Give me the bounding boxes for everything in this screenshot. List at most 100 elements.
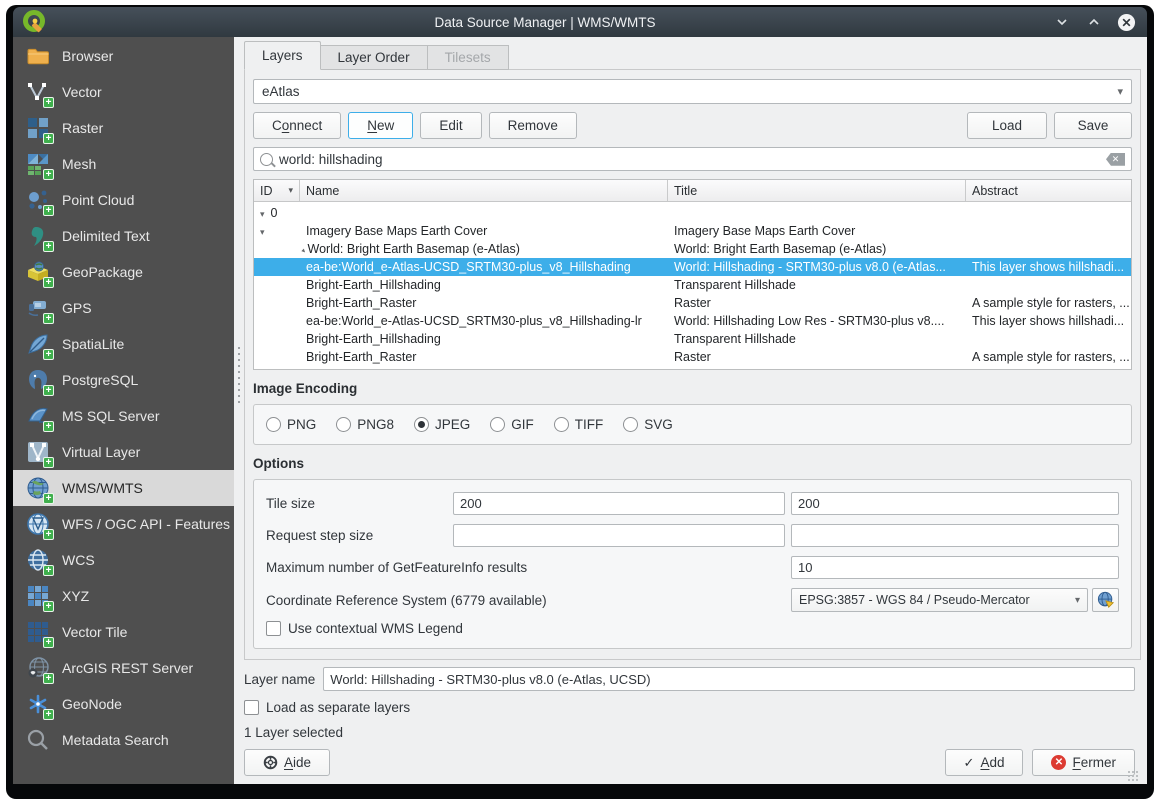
sidebar-item-wcs[interactable]: + WCS <box>13 542 234 578</box>
sidebar-item-point-cloud[interactable]: + Point Cloud <box>13 182 234 218</box>
sidebar-item-geonode[interactable]: + GeoNode <box>13 686 234 722</box>
tab-tilesets: Tilesets <box>427 45 509 70</box>
crs-picker-button[interactable] <box>1092 588 1119 612</box>
close-dialog-button[interactable]: ✕ Fermer <box>1032 749 1135 776</box>
column-header-name[interactable]: Name <box>300 180 668 201</box>
connect-button[interactable]: Connect <box>253 112 342 140</box>
close-icon[interactable] <box>1114 10 1138 34</box>
connection-select-value: eAtlas <box>262 84 300 100</box>
remove-button[interactable]: Remove <box>488 112 577 140</box>
add-button[interactable]: ✓ Add <box>944 749 1024 776</box>
edit-button[interactable]: Edit <box>420 112 482 140</box>
xyz-tiles-icon: + <box>26 584 54 612</box>
request-step-width-input[interactable] <box>453 524 785 547</box>
sidebar-item-label: PostgreSQL <box>62 372 139 388</box>
new-button[interactable]: New <box>348 112 414 140</box>
sidebar-item-label: ArcGIS REST Server <box>62 660 194 676</box>
sidebar-item-label: Virtual Layer <box>62 444 141 460</box>
add-badge: + <box>43 493 54 504</box>
layers-table: ID ▾ Name Title Abstract ▾ 0 ▾ Imagery Bas… <box>253 179 1132 370</box>
table-row[interactable]: Bright-Earth_Hillshading Transparent Hill… <box>254 276 1131 294</box>
sidebar-item-xyz[interactable]: + XYZ <box>13 578 234 614</box>
image-encoding-group-label: Image Encoding <box>253 381 358 396</box>
sidebar-item-label: Vector <box>62 84 102 100</box>
sidebar-item-browser[interactable]: Browser <box>13 38 234 74</box>
image-encoding-group: PNG PNG8 JPEG GIF TIFF SVG <box>253 404 1132 445</box>
table-row[interactable]: ▾ Imagery Base Maps Earth Cover Imagery B… <box>254 222 1131 240</box>
column-header-abstract[interactable]: Abstract <box>966 180 1131 201</box>
tab-layers[interactable]: Layers <box>244 41 321 70</box>
load-button[interactable]: Load <box>967 112 1047 140</box>
tile-size-width-input[interactable] <box>453 492 785 515</box>
crs-label: Coordinate Reference System (6779 availa… <box>266 592 547 608</box>
sidebar-splitter-handle[interactable] <box>234 37 244 784</box>
sidebar-item-vector[interactable]: + Vector <box>13 74 234 110</box>
qgis-logo-icon <box>22 9 48 35</box>
maximize-icon[interactable] <box>1082 10 1106 34</box>
search-icon <box>260 152 273 166</box>
sidebar-item-mesh[interactable]: + Mesh <box>13 146 234 182</box>
sidebar-item-vector-tile[interactable]: + Vector Tile <box>13 614 234 650</box>
column-header-title[interactable]: Title <box>668 180 966 201</box>
table-row[interactable]: ▾World: Bright Earth Basemap (e-Atlas) W… <box>254 240 1131 258</box>
sidebar-item-wfs-ogc-api[interactable]: + WFS / OGC API - Features <box>13 506 234 542</box>
table-row[interactable]: Bright-Earth_Raster Raster A sample style … <box>254 348 1131 366</box>
minimize-icon[interactable] <box>1050 10 1074 34</box>
table-row[interactable]: ▾ 0 <box>254 204 1131 222</box>
raster-icon: + <box>26 116 54 144</box>
sidebar-item-metadata-search[interactable]: Metadata Search <box>13 722 234 758</box>
request-step-height-input[interactable] <box>791 524 1119 547</box>
window-title: Data Source Manager | WMS/WMTS <box>434 14 656 30</box>
add-badge: + <box>43 277 54 288</box>
table-row[interactable]: ea-be:World_e-Atlas-UCSD_SRTM30-plus_v8_… <box>254 312 1131 330</box>
button-row-spacer <box>584 112 960 139</box>
comma-icon: + <box>26 224 54 252</box>
table-row[interactable]: Bright-Earth_Hillshading Transparent Hill… <box>254 330 1131 348</box>
clear-filter-icon[interactable]: ✕ <box>1106 152 1125 166</box>
tab-layer-order[interactable]: Layer Order <box>320 45 428 70</box>
source-type-sidebar: Browser + Vector + Raster + Mesh + Point… <box>13 37 234 784</box>
load-as-separate-layers-checkbox[interactable]: Load as separate layers <box>244 700 1135 715</box>
crs-globe-icon <box>1097 591 1114 608</box>
add-badge: + <box>43 709 54 720</box>
radio-tiff[interactable]: TIFF <box>553 417 604 432</box>
radio-svg[interactable]: SVG <box>623 417 673 432</box>
expand-icon[interactable]: ▾ <box>260 209 265 220</box>
column-header-id[interactable]: ID ▾ <box>254 180 300 201</box>
layer-name-input[interactable] <box>323 667 1135 691</box>
expand-icon[interactable]: ▾ <box>260 227 265 238</box>
table-row[interactable]: Bright-Earth_Raster Raster A sample style … <box>254 294 1131 312</box>
help-button[interactable]: Aide <box>244 749 331 776</box>
resize-grip[interactable] <box>1127 770 1139 782</box>
sidebar-item-spatialite[interactable]: + SpatiaLite <box>13 326 234 362</box>
sidebar-item-gps[interactable]: + GPS <box>13 290 234 326</box>
sidebar-item-virtual-layer[interactable]: + Virtual Layer <box>13 434 234 470</box>
gps-icon: + <box>26 296 54 324</box>
dialog-footer: Layer name Load as separate layers 1 Lay… <box>244 660 1141 784</box>
sidebar-item-arcgis-rest-server[interactable]: + ArcGIS REST Server <box>13 650 234 686</box>
sidebar-item-ms-sql-server[interactable]: + MS SQL Server <box>13 398 234 434</box>
sidebar-item-label: Point Cloud <box>62 192 135 208</box>
crs-select[interactable]: EPSG:3857 - WGS 84 / Pseudo-Mercator ▾ <box>791 588 1088 612</box>
sidebar-item-delimited-text[interactable]: + Delimited Text <box>13 218 234 254</box>
layer-filter-input[interactable] <box>279 151 1100 167</box>
sidebar-item-label: WCS <box>62 552 95 568</box>
sidebar-item-raster[interactable]: + Raster <box>13 110 234 146</box>
use-contextual-wms-legend-checkbox[interactable]: Use contextual WMS Legend <box>266 621 1119 636</box>
radio-label: TIFF <box>574 417 604 432</box>
radio-jpeg[interactable]: JPEG <box>414 417 470 432</box>
radio-gif[interactable]: GIF <box>490 417 534 432</box>
save-button[interactable]: Save <box>1054 112 1132 140</box>
max-getfeatureinfo-input[interactable] <box>791 556 1119 579</box>
radio-png[interactable]: PNG <box>266 417 316 432</box>
table-row-selected[interactable]: ea-be:World_e-Atlas-UCSD_SRTM30-plus_v8_… <box>254 258 1131 276</box>
sidebar-item-postgresql[interactable]: + PostgreSQL <box>13 362 234 398</box>
radio-png8[interactable]: PNG8 <box>336 417 394 432</box>
checkbox-label: Use contextual WMS Legend <box>288 621 463 636</box>
sidebar-item-wms-wmts[interactable]: + WMS/WMTS <box>13 470 234 506</box>
sidebar-item-geopackage[interactable]: + GeoPackage <box>13 254 234 290</box>
sidebar-item-label: GPS <box>62 300 92 316</box>
sidebar-item-label: XYZ <box>62 588 90 604</box>
connection-select[interactable]: eAtlas ▾ <box>253 79 1132 105</box>
tile-size-height-input[interactable] <box>791 492 1119 515</box>
